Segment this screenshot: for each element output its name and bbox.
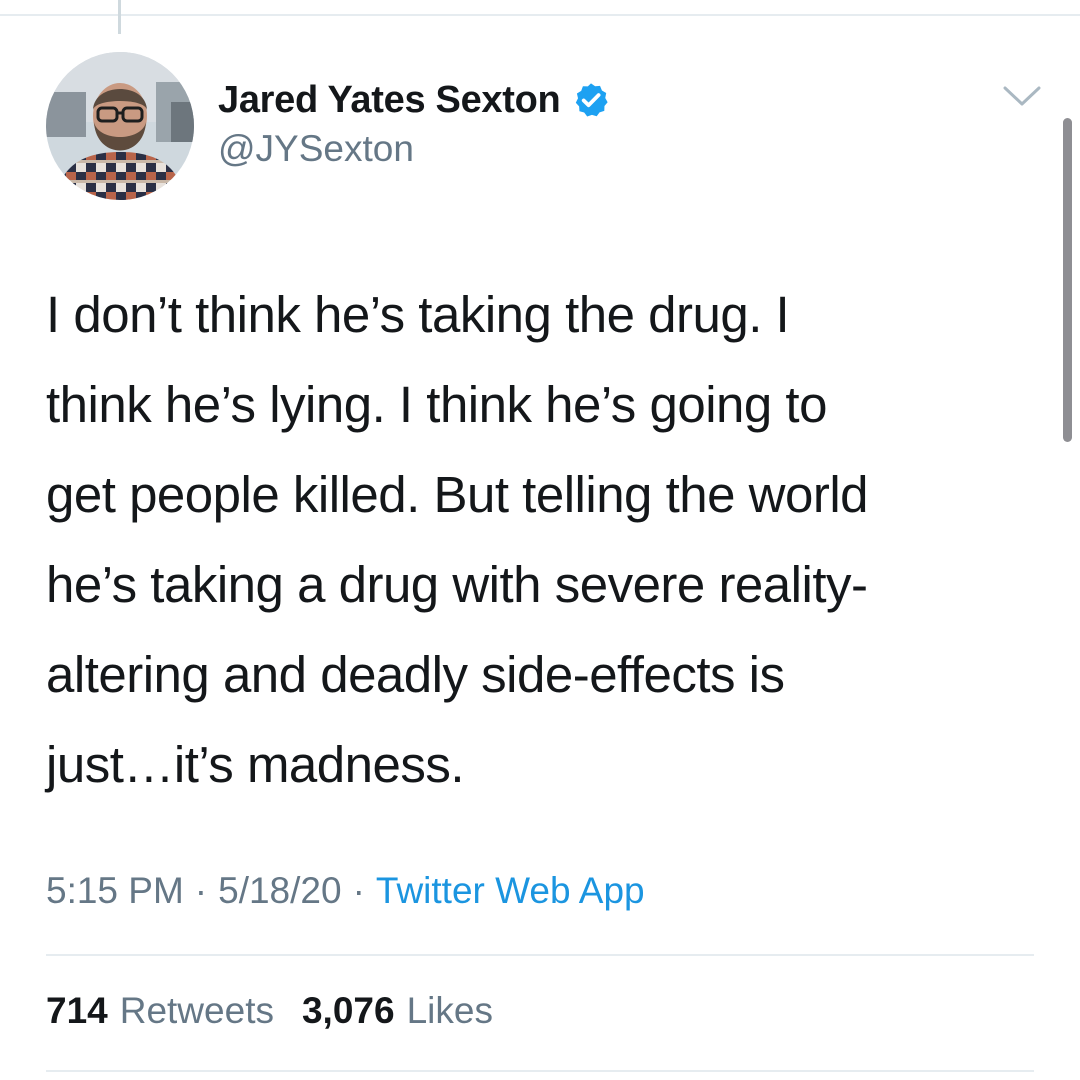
tweet-text-line: altering and deadly side-effects is [46, 646, 785, 703]
likes-count: 3,076 [301, 990, 395, 1031]
retweets-stat[interactable]: 714 Retweets [46, 990, 274, 1032]
tweet-stats: 714 Retweets 3,076 Likes [46, 990, 493, 1032]
author-handle[interactable]: @JYSexton [218, 128, 414, 170]
tweet-date[interactable]: 5/18/20 [218, 870, 341, 912]
retweets-count: 714 [46, 990, 108, 1031]
tweet-text-line: just…it’s madness. [46, 736, 465, 793]
verified-badge-icon [572, 81, 610, 119]
avatar-photo-icon [46, 52, 194, 200]
scrollbar[interactable] [1063, 118, 1072, 442]
tweet-text-line: think he’s lying. I think he’s going to [46, 376, 827, 433]
retweets-label: Retweets [119, 990, 274, 1031]
author-name-row[interactable]: Jared Yates Sexton [218, 76, 610, 124]
top-divider [0, 14, 1080, 16]
chevron-down-icon[interactable] [1002, 84, 1042, 110]
thread-connector-line [118, 0, 121, 34]
tweet-text-line: get people killed. But telling the world [46, 466, 869, 523]
likes-label: Likes [406, 990, 493, 1031]
tweet-page: Jared Yates Sexton @JYSexton I don’t thi… [0, 0, 1080, 1080]
tweet-text-line: I don’t think he’s taking the drug. I [46, 286, 790, 343]
tweet-text-line: he’s taking a drug with severe reality- [46, 556, 868, 613]
stats-divider-bottom [46, 1070, 1034, 1072]
tweet-time[interactable]: 5:15 PM [46, 870, 184, 912]
avatar[interactable] [46, 52, 194, 200]
meta-separator: · [194, 870, 208, 911]
tweet-meta: 5:15 PM · 5/18/20 · Twitter Web App [46, 870, 645, 912]
tweet-text: I don’t think he’s taking the drug. I th… [46, 270, 1046, 810]
author-display-name[interactable]: Jared Yates Sexton [218, 79, 561, 122]
tweet-source-link[interactable]: Twitter Web App [376, 870, 645, 912]
likes-stat[interactable]: 3,076 Likes [302, 990, 493, 1032]
stats-divider-top [46, 954, 1034, 956]
meta-separator: · [352, 870, 365, 911]
